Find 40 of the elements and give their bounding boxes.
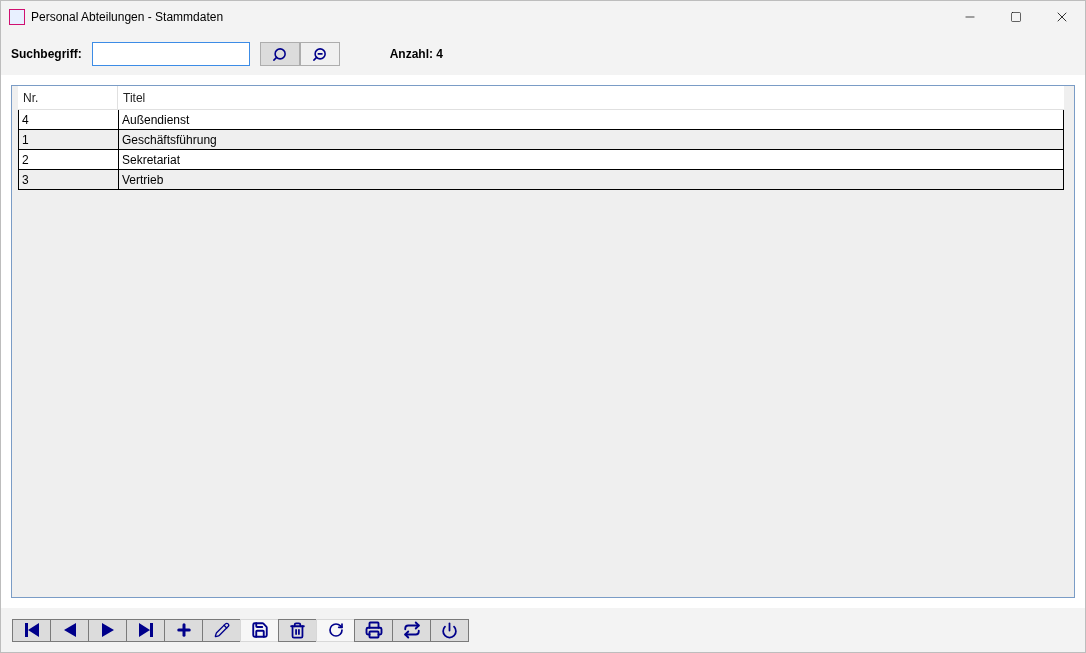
toolbar-button[interactable] — [430, 618, 469, 642]
table-cell-text: Vertrieb — [121, 171, 165, 189]
app-logo-icon — [9, 9, 25, 25]
circular-arrow-icon — [327, 622, 344, 638]
toolbar-button[interactable] — [50, 618, 89, 642]
column-header[interactable]: Titel — [118, 86, 1064, 109]
toolbar-button[interactable] — [392, 618, 431, 642]
pencil-icon — [213, 622, 230, 638]
toolbar-button[interactable] — [88, 618, 127, 642]
table-cell: 3 — [19, 170, 119, 189]
table-cell: 2 — [19, 150, 119, 169]
search-icon — [272, 46, 288, 62]
toolbar-button[interactable] — [126, 618, 165, 642]
search-button[interactable] — [259, 42, 300, 66]
table-cell-text: Geschäftsführung — [121, 131, 218, 149]
zoom-out-button[interactable] — [299, 42, 340, 66]
toolbar-button[interactable] — [278, 618, 317, 642]
swap-arrows-icon — [402, 621, 421, 639]
power-icon — [441, 621, 458, 639]
trash-icon — [289, 621, 306, 639]
toolbar-button[interactable] — [12, 618, 51, 642]
save-icon — [250, 621, 269, 639]
column-header[interactable]: Nr. — [18, 86, 118, 109]
table-cell: 1 — [19, 130, 119, 149]
record-count: Anzahl: 4 — [389, 46, 443, 63]
toolbar-button[interactable] — [202, 618, 241, 642]
zoom-out-icon — [312, 46, 328, 62]
search-label: Suchbegriff: — [11, 46, 82, 63]
maximize-icon — [1010, 11, 1022, 23]
window-title: Personal Abteilungen - Stammdaten — [31, 9, 224, 26]
table-cell-text: Außendienst — [121, 111, 191, 129]
skip-first-icon — [22, 621, 41, 639]
search-field[interactable] — [91, 42, 250, 66]
plus-icon — [174, 621, 193, 639]
toolbar-button[interactable] — [164, 618, 203, 642]
printer-icon — [364, 621, 383, 639]
toolbar-button[interactable] — [354, 618, 393, 642]
table-cell: 4 — [19, 110, 119, 129]
skip-last-icon — [136, 621, 155, 639]
table-cell-text: Sekretariat — [121, 151, 182, 169]
